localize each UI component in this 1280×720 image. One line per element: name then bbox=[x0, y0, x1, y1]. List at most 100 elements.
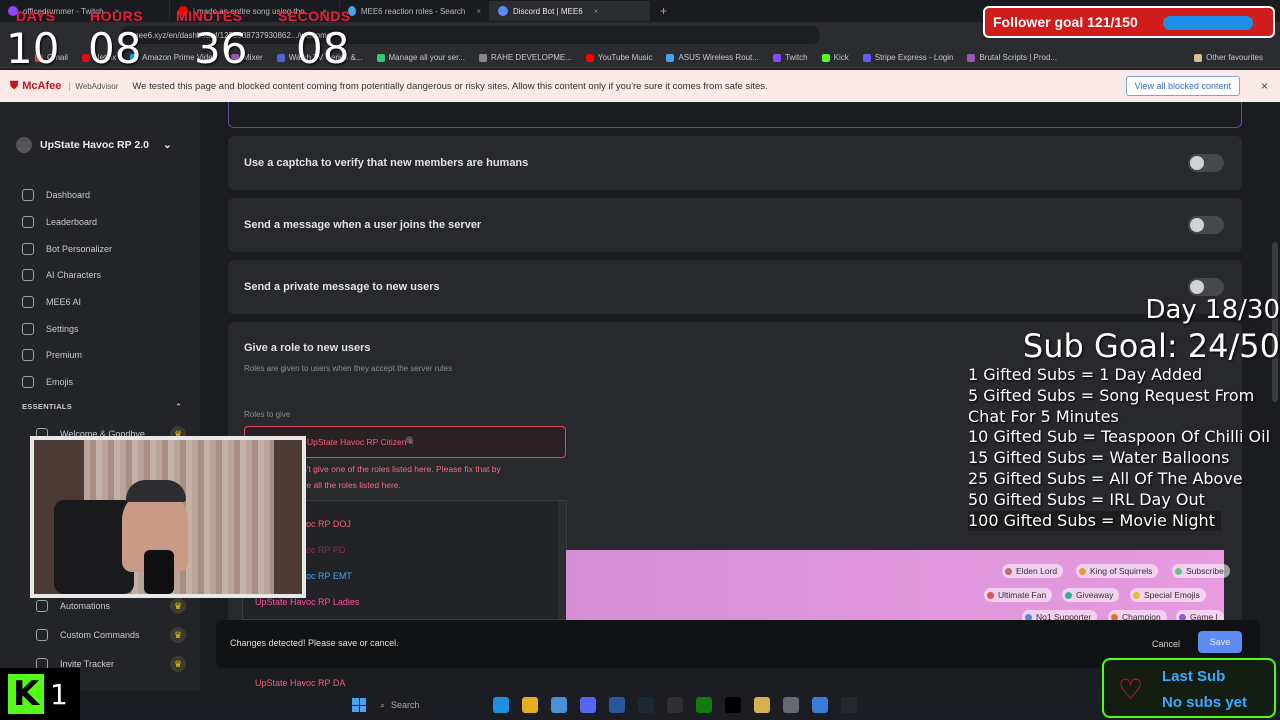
banner-role: Giveaway bbox=[1062, 588, 1120, 602]
new-tab-button[interactable]: + bbox=[650, 4, 677, 18]
chrome-icon[interactable] bbox=[522, 697, 538, 713]
role-chip[interactable]: UpState Havoc RP Citizen × bbox=[307, 437, 414, 447]
sub-goal-text: Sub Goal: 24/50 bbox=[1022, 327, 1280, 365]
youtube-music-icon bbox=[585, 53, 594, 62]
other-favourites-label: Other favourites bbox=[1206, 53, 1263, 62]
timer-label-hours: HOURS bbox=[90, 8, 144, 24]
sidebar-item-ai-characters[interactable]: AI Characters bbox=[22, 262, 192, 289]
tab-label: Discord Bot | MEE6 bbox=[513, 6, 583, 16]
role-dot bbox=[1005, 567, 1012, 575]
discord-icon[interactable] bbox=[580, 697, 596, 713]
xbox-icon[interactable] bbox=[696, 697, 712, 713]
windows-start-icon[interactable] bbox=[352, 698, 366, 712]
word-icon[interactable] bbox=[609, 697, 625, 713]
github-icon[interactable] bbox=[841, 697, 857, 713]
sidebar-item-custom-commands[interactable]: Custom Commands ♛ bbox=[36, 625, 186, 645]
gear-icon bbox=[22, 322, 34, 335]
photos-icon[interactable] bbox=[812, 697, 828, 713]
gift-tiers-list: 1 Gifted Subs = 1 Day Added 5 Gifted Sub… bbox=[968, 365, 1280, 532]
view-blocked-content-button[interactable]: View all blocked content bbox=[1125, 76, 1240, 96]
last-sub-value: No subs yet bbox=[1162, 694, 1248, 711]
bookmark-label: RAHE DEVELOPME... bbox=[490, 53, 572, 62]
shield-icon: ⛊ bbox=[10, 79, 19, 92]
role-chip-label: UpState Havoc RP Citizen bbox=[307, 437, 407, 447]
kick-icon bbox=[821, 53, 830, 62]
sidebar-item-label: Settings bbox=[46, 323, 79, 334]
sidebar-item-settings[interactable]: Settings bbox=[22, 315, 192, 342]
taskbar-search-label: Search bbox=[391, 700, 420, 710]
mee6-icon bbox=[498, 6, 508, 16]
close-icon[interactable]: × bbox=[594, 7, 599, 16]
role-dot bbox=[1175, 567, 1182, 575]
save-button[interactable]: Save bbox=[1198, 631, 1242, 653]
banner-role-label: Elden Lord bbox=[1016, 566, 1058, 576]
close-icon[interactable]: × bbox=[476, 7, 481, 16]
obs-icon[interactable] bbox=[667, 697, 683, 713]
sidebar-nav: Dashboard Leaderboard Bot Personalizer A… bbox=[22, 182, 192, 396]
dropdown-scrollbar[interactable] bbox=[558, 501, 566, 619]
private-message-toggle[interactable] bbox=[1188, 278, 1224, 296]
other-favourites[interactable]: Other favourites bbox=[1187, 53, 1270, 62]
bookmark-label: ASUS Wireless Rout... bbox=[678, 53, 759, 62]
captcha-toggle[interactable] bbox=[1188, 154, 1224, 172]
bookmark-brutal[interactable]: Brutal Scripts | Prod... bbox=[960, 53, 1064, 62]
asus-icon bbox=[666, 53, 675, 62]
section-essentials[interactable]: ESSENTIALS ⌃ bbox=[22, 402, 182, 411]
explorer-icon[interactable] bbox=[551, 697, 567, 713]
folder-icon bbox=[1194, 53, 1203, 62]
bookmark-rahe[interactable]: RAHE DEVELOPME... bbox=[472, 53, 579, 62]
cancel-button[interactable]: Cancel bbox=[1144, 634, 1188, 654]
bookmark-twitch[interactable]: Twitch bbox=[766, 53, 815, 62]
changes-message: Changes detected! Please save or cancel. bbox=[230, 638, 399, 648]
steam-icon[interactable] bbox=[638, 697, 654, 713]
chevron-up-icon: ⌃ bbox=[175, 402, 182, 411]
sidebar-item-automations[interactable]: Automations ♛ bbox=[36, 596, 186, 616]
webcam-cap bbox=[126, 480, 186, 502]
add-circle-icon[interactable]: ⊕ bbox=[405, 435, 413, 446]
bookmark-ytmusic[interactable]: YouTube Music bbox=[579, 53, 660, 62]
mcafee-brand: McAfee bbox=[22, 80, 62, 92]
taskbar-search[interactable]: ⌕ Search bbox=[380, 695, 480, 715]
mcafee-logo: ⛊ McAfee WebAdvisor bbox=[10, 80, 118, 93]
emoji-icon bbox=[22, 376, 34, 389]
role-dot bbox=[1133, 591, 1140, 599]
settings-icon[interactable] bbox=[783, 697, 799, 713]
sidebar-item-label: Leaderboard bbox=[46, 217, 98, 228]
sidebar-item-bot-personalizer[interactable]: Bot Personalizer bbox=[22, 235, 192, 262]
kick-icon: K bbox=[8, 674, 44, 714]
sidebar-item-leaderboard[interactable]: Leaderboard bbox=[22, 209, 192, 236]
banner-role-label: King of Squirrels bbox=[1090, 566, 1153, 576]
bookmark-asus[interactable]: ASUS Wireless Rout... bbox=[659, 53, 765, 62]
role-dot bbox=[1065, 591, 1072, 599]
sidebar-item-mee6-ai[interactable]: MEE6 AI bbox=[22, 289, 192, 316]
tab-search[interactable]: MEE6 reaction roles - Search × bbox=[340, 1, 490, 21]
command-icon bbox=[36, 629, 48, 641]
join-message-toggle[interactable] bbox=[1188, 216, 1224, 234]
edge-icon[interactable] bbox=[493, 697, 509, 713]
banner-role-label: Ultimate Fan bbox=[998, 590, 1047, 600]
dropdown-option[interactable]: UpState Havoc RP Ladies bbox=[255, 597, 359, 607]
dropdown-option[interactable]: UpState Havoc RP DA bbox=[255, 678, 345, 688]
sub-goal-widget: Day 18/30 Sub Goal: 24/50 bbox=[1023, 295, 1280, 365]
section-label: ESSENTIALS bbox=[22, 402, 73, 411]
close-icon[interactable]: × bbox=[1261, 79, 1268, 93]
bookmark-manage[interactable]: Manage all your ser... bbox=[370, 53, 472, 62]
banner-role: Subscribe bbox=[1172, 564, 1230, 578]
sidebar: UpState Havoc RP 2.0 ⌄ Dashboard Leaderb… bbox=[0, 102, 200, 720]
sidebar-item-dashboard[interactable]: Dashboard bbox=[22, 182, 192, 209]
bookmark-kick[interactable]: Kick bbox=[815, 53, 856, 62]
sidebar-item-emojis[interactable]: Emojis bbox=[22, 369, 192, 396]
gift-tier: 1 Gifted Subs = 1 Day Added bbox=[968, 365, 1203, 384]
bookmark-stripe[interactable]: Stripe Express - Login bbox=[856, 53, 961, 62]
sidebar-item-label: Automations bbox=[60, 601, 111, 611]
last-sub-title: Last Sub bbox=[1162, 668, 1226, 685]
capcut-icon[interactable] bbox=[725, 697, 741, 713]
crown-icon: ♛ bbox=[170, 656, 186, 672]
gift-tier: 100 Gifted Subs = Movie Night bbox=[968, 510, 1221, 532]
sidebar-item-premium[interactable]: Premium bbox=[22, 342, 192, 369]
server-selector[interactable]: UpState Havoc RP 2.0 ⌄ bbox=[16, 130, 188, 160]
follower-goal-widget: Follower goal 121/150 bbox=[983, 6, 1275, 38]
gift-tier: 50 Gifted Subs = IRL Day Out bbox=[968, 489, 1205, 509]
tab-mee6[interactable]: Discord Bot | MEE6 × bbox=[490, 1, 650, 21]
folder-icon[interactable] bbox=[754, 697, 770, 713]
